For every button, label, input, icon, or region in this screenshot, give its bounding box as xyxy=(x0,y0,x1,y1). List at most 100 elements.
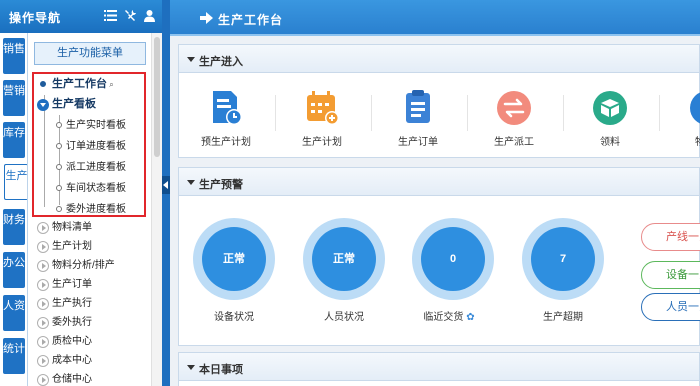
shortcut-label: 生产计划 xyxy=(302,137,342,148)
cursor-icon: ⌕ xyxy=(107,80,114,89)
material-picking-shortcut[interactable]: 领料 xyxy=(577,89,643,148)
tree-item-production-execution[interactable]: 生产执行 xyxy=(52,295,92,312)
kpi-value: 7 xyxy=(531,227,595,291)
expand-arrow-icon[interactable] xyxy=(37,241,49,253)
expand-arrow-icon[interactable] xyxy=(37,355,49,367)
kpi-label: 临近交货 ✿ xyxy=(404,308,494,323)
tree-node-icon xyxy=(56,185,62,191)
pre-plan-icon xyxy=(213,91,242,125)
nav-scrollbar[interactable] xyxy=(151,33,162,386)
equipment-overview-button[interactable]: 设备一览 xyxy=(641,261,700,289)
expand-arrow-icon[interactable] xyxy=(37,298,49,310)
tree-item-quality-center[interactable]: 质检中心 xyxy=(52,333,92,350)
material-icon xyxy=(690,92,700,124)
near-delivery-gauge[interactable]: 0 xyxy=(412,218,494,300)
collapse-caret-icon[interactable] xyxy=(187,180,195,185)
line-overview-button[interactable]: 产线一览 xyxy=(641,223,700,251)
tree-item-production-plan[interactable]: 生产计划 xyxy=(52,238,92,255)
collapse-nav-button[interactable] xyxy=(162,176,170,194)
kpi-label: 设备状况 xyxy=(214,312,254,323)
personnel-status-gauge[interactable]: 正常 xyxy=(303,218,385,300)
panel-title: 生产进入 xyxy=(199,56,243,68)
tab-label: 人资 xyxy=(3,300,25,312)
tab-office[interactable]: 办公 xyxy=(3,252,25,288)
panel-header[interactable]: 生产预警 xyxy=(179,168,699,196)
tab-label: 办公 xyxy=(3,257,25,269)
panel-header[interactable]: 生产进入 xyxy=(179,45,699,73)
divider xyxy=(659,95,660,131)
tree-item-dispatch-progress-board[interactable]: 派工进度看板 xyxy=(66,159,126,176)
tab-hr[interactable]: 人资 xyxy=(3,295,25,331)
menu-tree: 生产功能菜单 生产工作台 ⌕ 生产看板 生产实时看板 订单进度看板 派工进度看板… xyxy=(27,33,162,386)
clipboard-icon xyxy=(406,90,430,123)
shortcut-label: 生产派工 xyxy=(494,137,534,148)
tree-item-production-board[interactable]: 生产看板 xyxy=(52,96,96,113)
panel-title: 生产预警 xyxy=(199,179,243,191)
function-menu-button[interactable]: 生产功能菜单 xyxy=(34,42,146,65)
kpi-value: 0 xyxy=(421,227,485,291)
tab-label: 财务 xyxy=(3,214,25,226)
panel-title: 本日事项 xyxy=(199,364,243,376)
tree-node-icon xyxy=(56,122,62,128)
tab-finance[interactable]: 财务 xyxy=(3,209,25,245)
module-tabs: 销售 营销 库存 生产 财务 办公 人资 统计 xyxy=(0,33,28,386)
shortcut-label: 预生产计划 xyxy=(201,137,251,148)
tree-item-cost-center[interactable]: 成本中心 xyxy=(52,352,92,369)
gear-icon[interactable]: ✿ xyxy=(466,312,474,323)
expand-arrow-icon[interactable] xyxy=(37,336,49,348)
tree-node-icon xyxy=(56,164,62,170)
scrollbar-thumb[interactable] xyxy=(154,37,160,157)
collapse-caret-icon[interactable] xyxy=(187,57,195,62)
tree-item-bom[interactable]: 物料清单 xyxy=(52,219,92,236)
tab-label: 销售 xyxy=(3,43,25,55)
tab-production[interactable]: 生产 xyxy=(4,164,28,200)
kpi-label-text: 临近交货 xyxy=(423,312,464,323)
user-icon[interactable] xyxy=(143,9,156,22)
tab-sales[interactable]: 销售 xyxy=(3,38,25,74)
pre-production-plan-shortcut[interactable]: 预生产计划 xyxy=(193,89,259,148)
divider xyxy=(467,95,468,131)
expand-arrow-icon[interactable] xyxy=(37,317,49,329)
equipment-status-gauge[interactable]: 正常 xyxy=(193,218,275,300)
panel-header[interactable]: 本日事项 xyxy=(179,353,699,381)
nav-title: 操作导航 xyxy=(9,11,62,25)
personnel-overview-button[interactable]: 人员一览 xyxy=(641,293,700,321)
collapse-caret-icon[interactable] xyxy=(187,365,195,370)
expand-arrow-icon[interactable] xyxy=(37,279,49,291)
divider xyxy=(563,95,564,131)
tree-item-warehouse-center[interactable]: 仓储中心 xyxy=(52,371,92,386)
tree-item-realtime-board[interactable]: 生产实时看板 xyxy=(66,117,126,134)
tree-node-icon xyxy=(56,206,62,212)
expand-arrow-icon[interactable] xyxy=(37,222,49,234)
tab-statistics[interactable]: 统计 xyxy=(3,338,25,374)
list-icon[interactable] xyxy=(104,9,117,22)
tab-label: 营销 xyxy=(3,85,25,97)
production-dispatch-shortcut[interactable]: 生产派工 xyxy=(481,89,547,148)
tab-marketing[interactable]: 营销 xyxy=(3,80,25,116)
production-overdue-gauge[interactable]: 7 xyxy=(522,218,604,300)
tree-node-icon xyxy=(40,81,46,87)
main-header: 生产工作台 xyxy=(170,0,700,36)
navigation-panel: 操作导航 销售 营销 库存 生产 财务 办公 人资 统计 生产功能菜单 生产工作… xyxy=(0,0,162,386)
expand-arrow-icon[interactable] xyxy=(37,260,49,272)
production-plan-shortcut[interactable]: 生产计划 xyxy=(289,89,355,148)
tree-item-order-progress-board[interactable]: 订单进度看板 xyxy=(66,138,126,155)
today-items-panel: 本日事项 xyxy=(178,352,700,386)
expand-toggle-icon[interactable] xyxy=(37,99,49,111)
tree-item-production-workbench[interactable]: 生产工作台 ⌕ xyxy=(52,76,114,93)
material-shortcut[interactable]: 物 xyxy=(673,89,700,148)
tree-item-workshop-status-board[interactable]: 车间状态看板 xyxy=(66,180,126,197)
page-title: 生产工作台 xyxy=(218,13,284,27)
tree-item-label: 生产工作台 xyxy=(52,78,107,90)
tree-item-material-analysis[interactable]: 物料分析/排产 xyxy=(52,257,115,274)
expand-arrow-icon[interactable] xyxy=(37,374,49,386)
box-icon xyxy=(593,91,627,125)
tab-inventory[interactable]: 库存 xyxy=(3,122,25,158)
tree-item-production-order[interactable]: 生产订单 xyxy=(52,276,92,293)
arrow-right-icon xyxy=(200,12,213,24)
tools-icon[interactable] xyxy=(124,9,137,22)
tree-item-outsourcing-execution[interactable]: 委外执行 xyxy=(52,314,92,331)
nav-header: 操作导航 xyxy=(0,0,162,33)
production-order-shortcut[interactable]: 生产订单 xyxy=(385,89,451,148)
tree-item-outsourcing-progress-board[interactable]: 委外进度看板 xyxy=(66,201,126,218)
